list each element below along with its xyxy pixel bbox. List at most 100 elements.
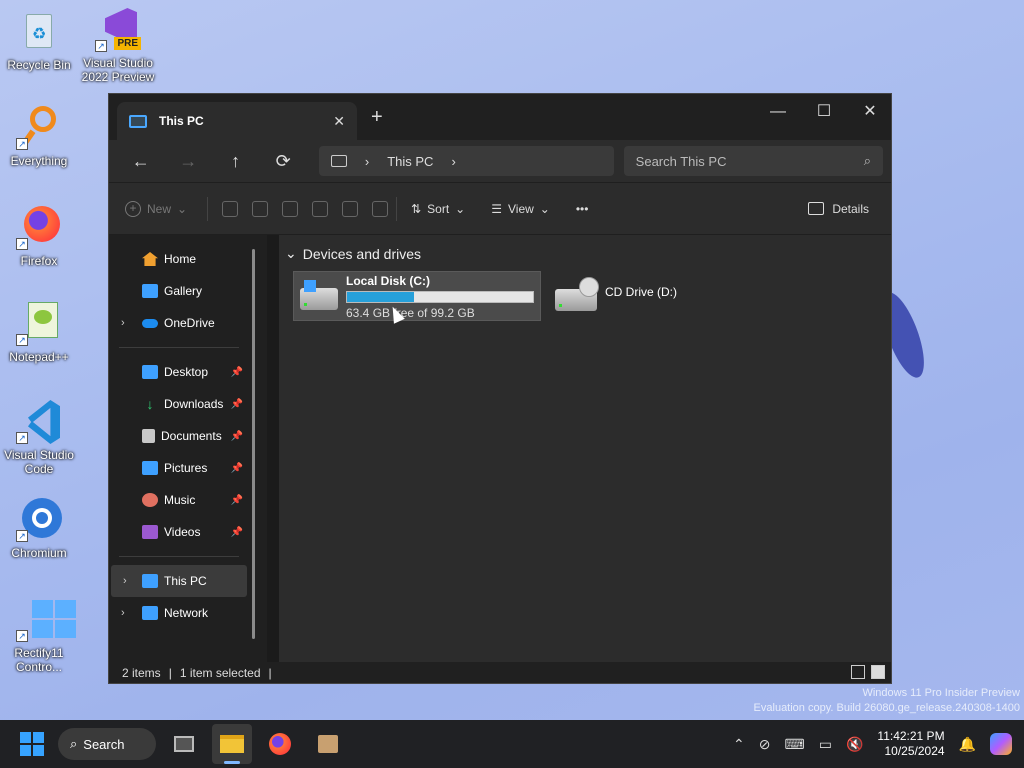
divider: | [268,665,272,680]
search-icon: ⌕ [863,153,872,168]
network-icon [142,606,158,620]
back-button[interactable]: ← [117,151,164,172]
volume-muted-icon[interactable]: 🔇 [846,736,863,753]
sidebar-item-label: Music [164,493,196,507]
search-input[interactable]: Search This PC ⌕ [623,146,884,176]
more-options-button[interactable]: ••• [576,202,589,216]
desktop-icon-notepadpp[interactable]: ↗ Notepad++ [0,300,78,364]
everything-icon: ↗ [16,104,62,150]
details-view-icon[interactable] [851,665,865,679]
hard-drive-icon [300,280,338,310]
sidebar-item-home[interactable]: Home [109,243,267,275]
desktop-icon-chromium[interactable]: ↗ Chromium [0,496,78,560]
pin-icon[interactable]: 📌 [231,431,243,442]
pin-icon[interactable]: 📌 [231,527,243,538]
divider [207,196,209,221]
documents-icon [142,429,155,443]
sidebar-item-label: Documents [161,429,222,443]
address-bar[interactable]: › This PC › [318,146,614,176]
sidebar-item-desktop[interactable]: Desktop 📌 [109,356,267,388]
navigation-bar: ← → ↑ ⟳ › This PC › Search This PC ⌕ [109,140,891,182]
share-icon[interactable] [342,200,359,217]
desktop-icon-everything[interactable]: ↗ Everything [0,104,78,168]
details-button[interactable]: Details [808,202,869,216]
pin-icon[interactable]: 📌 [231,463,243,474]
tab-this-pc[interactable]: This PC ✕ [117,102,357,140]
pin-icon[interactable]: 📌 [231,399,243,410]
details-pane-icon [808,202,825,215]
chevron-right-icon[interactable]: › [121,607,125,619]
new-button[interactable]: + New ⌄ [125,200,187,217]
recycle-bin-icon: ♻ [16,8,62,54]
chevron-right-icon[interactable]: › [365,154,369,169]
desktop-icon-visual-studio-preview[interactable]: PRE ↗ Visual Studio 2022 Preview [79,6,157,84]
sidebar-item-documents[interactable]: Documents 📌 [109,420,267,452]
display-icon[interactable]: ▭ [819,736,832,753]
breadcrumb-this-pc[interactable]: This PC [387,154,433,169]
this-pc-icon [142,574,158,588]
drive-usage-fill [347,292,414,302]
desktop-icon-recycle-bin[interactable]: ♻ Recycle Bin [0,8,78,72]
sort-button[interactable]: ⇅ Sort ⌄ [411,202,465,216]
sidebar-item-videos[interactable]: Videos 📌 [109,516,267,548]
up-button[interactable]: ↑ [212,151,259,172]
desktop-icon-vscode[interactable]: ↗ Visual Studio Code [0,398,78,476]
taskbar-search-button[interactable]: ⌕ Search [58,728,156,760]
taskbar-store[interactable] [308,724,348,764]
forward-button[interactable]: → [164,151,211,172]
new-tab-button[interactable]: + [371,106,383,129]
rename-icon[interactable] [312,200,329,217]
sidebar-item-pictures[interactable]: Pictures 📌 [109,452,267,484]
maximize-button[interactable]: ☐ [801,98,847,126]
drive-local-disk-c[interactable]: Local Disk (C:) 63.4 GB free of 99.2 GB [293,271,541,321]
drive-free-space: 63.4 GB free of 99.2 GB [346,306,475,320]
drive-cd-d[interactable]: CD Drive (D:) [551,273,701,319]
sidebar-item-music[interactable]: Music 📌 [109,484,267,516]
desktop-icon-rectify11[interactable]: ↗ Rectify11 Contro... [0,596,78,674]
refresh-button[interactable]: ⟳ [259,151,306,172]
minimize-button[interactable]: — [755,98,801,126]
pin-icon[interactable]: 📌 [231,367,243,378]
task-view-button[interactable] [164,724,204,764]
sidebar-item-network[interactable]: › Network [109,597,267,629]
sidebar-item-onedrive[interactable]: › OneDrive [109,307,267,339]
divider [119,347,239,348]
clock[interactable]: 11:42:21 PM 10/25/2024 [877,729,944,759]
desktop-icon-label: Recycle Bin [7,58,71,72]
sidebar-item-gallery[interactable]: Gallery [109,275,267,307]
watermark-line: Windows 11 Pro Insider Preview [862,687,1020,699]
group-header-devices[interactable]: ⌄ Devices and drives [285,245,421,262]
delete-icon[interactable] [372,200,389,217]
chevron-up-icon[interactable]: ⌃ [733,736,745,753]
chevron-right-icon[interactable]: › [451,154,455,169]
pin-icon[interactable]: 📌 [231,495,243,506]
sidebar-item-downloads[interactable]: ↓ Downloads 📌 [109,388,267,420]
close-tab-icon[interactable]: ✕ [333,113,345,130]
pane-splitter[interactable] [267,235,279,662]
chevron-right-icon[interactable]: › [123,575,127,587]
view-button[interactable]: ☰ View ⌄ [491,202,550,216]
shortcut-arrow-icon: ↗ [16,630,28,642]
taskbar-file-explorer[interactable] [212,724,252,764]
start-button[interactable] [20,732,44,756]
desktop-icon-label: Rectify11 Contro... [14,646,64,674]
copilot-icon[interactable] [990,733,1012,755]
keyboard-icon[interactable]: ⌨ [785,736,805,753]
taskbar-firefox[interactable] [260,724,300,764]
desktop-icon-firefox[interactable]: ↗ Firefox [0,204,78,268]
taskbar: ⌕ Search ⌃ ⊘ ⌨ ▭ 🔇 11:42:21 PM 10/25/202… [0,720,1024,768]
task-view-icon [174,736,194,752]
watermark-line: Evaluation copy. Build 26080.ge_release.… [753,702,1020,714]
large-icons-view-icon[interactable] [871,665,885,679]
windows-watermark: Windows 11 Pro Insider Preview Evaluatio… [754,686,1020,716]
close-button[interactable]: ✕ [847,98,893,126]
chevron-right-icon[interactable]: › [121,317,125,329]
cut-icon[interactable] [222,200,239,217]
copy-icon[interactable] [252,200,269,217]
paste-icon[interactable] [282,200,299,217]
notification-bell-icon[interactable]: 🔔 [959,736,976,753]
sidebar-item-this-pc[interactable]: › This PC [111,565,247,597]
network-disconnected-icon[interactable]: ⊘ [759,736,771,753]
command-bar: + New ⌄ ⇅ Sort ⌄ ☰ View ⌄ ••• Details [109,182,891,235]
shortcut-arrow-icon: ↗ [16,432,28,444]
